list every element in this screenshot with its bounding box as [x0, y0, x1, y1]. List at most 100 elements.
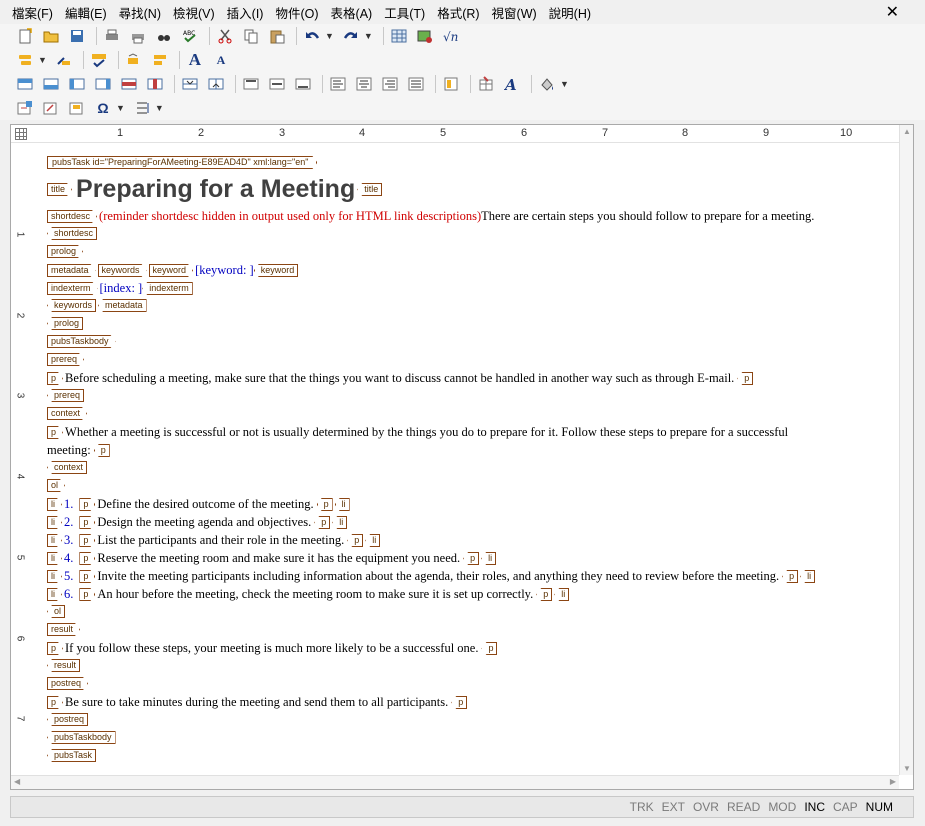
tag-p-close[interactable]: p	[481, 642, 498, 655]
tag-li-close[interactable]: li	[481, 552, 497, 565]
tag-pubstaskbody-close[interactable]: pubsTaskbody	[47, 731, 116, 744]
tag-li-close[interactable]: li	[554, 588, 570, 601]
tag-pubstask-close[interactable]: pubsTask	[47, 749, 97, 762]
scroll-right-icon[interactable]: ▶	[890, 777, 896, 786]
document-editor[interactable]: 1 2 3 4 5 6 7 8 9 10 1 2 3 4 5 6 7 pubsT…	[10, 124, 914, 790]
new-document-icon[interactable]	[14, 25, 36, 47]
table-format-icon[interactable]	[475, 73, 497, 95]
tag-keyword-open[interactable]: keyword	[149, 264, 194, 277]
insert-xref-icon[interactable]	[14, 97, 36, 119]
menu-help[interactable]: 說明(H)	[543, 3, 597, 22]
tag-shortdesc-close[interactable]: shortdesc	[47, 227, 98, 240]
tag-metadata-close[interactable]: metadata	[98, 299, 147, 312]
menu-insert[interactable]: 插入(I)	[221, 3, 270, 22]
context-text[interactable]: Whether a meeting is successful or not i…	[65, 425, 788, 440]
tag-li-close[interactable]: li	[332, 516, 348, 529]
tag-li-open[interactable]: li	[47, 588, 62, 601]
redo-dropdown-icon[interactable]: ▼	[364, 31, 373, 41]
insert-equation-icon[interactable]: √n	[440, 25, 462, 47]
fill-color-dropdown-icon[interactable]: ▼	[560, 79, 569, 89]
scroll-left-icon[interactable]: ◀	[14, 777, 20, 786]
element-dropdown-icon[interactable]: ▼	[38, 55, 47, 65]
tag-pubstaskbody-open[interactable]: pubsTaskbody	[47, 335, 116, 348]
valign-middle-icon[interactable]	[266, 73, 288, 95]
table-properties-icon[interactable]	[440, 73, 462, 95]
insert-table-icon[interactable]	[388, 25, 410, 47]
tag-p-open[interactable]: p	[79, 552, 95, 565]
step-text[interactable]: Design the meeting agenda and objectives…	[97, 515, 311, 530]
align-left-icon[interactable]	[327, 73, 349, 95]
tag-prolog-close[interactable]: prolog	[47, 317, 84, 330]
table-insert-col-right-icon[interactable]	[92, 73, 114, 95]
horizontal-scrollbar[interactable]: ◀ ▶	[11, 775, 899, 789]
tag-li-open[interactable]: li	[47, 534, 62, 547]
menu-file[interactable]: 檔案(F)	[6, 3, 59, 22]
tag-p-open[interactable]: p	[79, 516, 95, 529]
tag-p-close[interactable]: p	[316, 498, 333, 511]
tag-context-close[interactable]: context	[47, 461, 88, 474]
menu-view[interactable]: 檢視(V)	[167, 3, 221, 22]
tag-shortdesc-open[interactable]: shortdesc	[47, 210, 97, 223]
menu-table[interactable]: 表格(A)	[325, 3, 379, 22]
cut-icon[interactable]	[214, 25, 236, 47]
vertical-scrollbar[interactable]: ▲ ▼	[899, 125, 913, 775]
context-text-continued[interactable]: meeting:	[47, 443, 91, 458]
print-preview-icon[interactable]	[127, 25, 149, 47]
postreq-text[interactable]: Be sure to take minutes during the meeti…	[65, 695, 448, 710]
tag-keyword-close[interactable]: keyword	[253, 264, 299, 277]
table-delete-row-icon[interactable]	[118, 73, 140, 95]
keyword-placeholder[interactable]: [keyword: ]	[195, 263, 254, 278]
menu-find[interactable]: 尋找(N)	[113, 3, 167, 22]
tag-metadata-open[interactable]: metadata	[47, 264, 96, 277]
tag-p-open[interactable]: p	[79, 534, 95, 547]
spellcheck-icon[interactable]: ABC	[179, 25, 201, 47]
tag-p-open[interactable]: p	[47, 372, 63, 385]
tag-p-close[interactable]: p	[314, 516, 331, 529]
tag-p-open[interactable]: p	[79, 570, 95, 583]
step-text[interactable]: List the participants and their role in …	[97, 533, 344, 548]
tag-li-open[interactable]: li	[47, 498, 62, 511]
insert-link-icon[interactable]	[40, 97, 62, 119]
change-element-icon[interactable]	[53, 49, 75, 71]
tag-li-close[interactable]: li	[334, 498, 350, 511]
table-grid-icon[interactable]	[15, 128, 27, 140]
step-text[interactable]: Invite the meeting participants includin…	[97, 569, 779, 584]
tag-p-close[interactable]: p	[347, 534, 364, 547]
align-center-icon[interactable]	[353, 73, 375, 95]
tag-p-close[interactable]: p	[536, 588, 553, 601]
find-binoculars-icon[interactable]	[153, 25, 175, 47]
tag-li-open[interactable]: li	[47, 570, 62, 583]
tag-prereq-close[interactable]: prereq	[47, 389, 85, 402]
validate-icon[interactable]	[88, 49, 110, 71]
close-icon[interactable]: ✕	[886, 2, 899, 22]
menu-format[interactable]: 格式(R)	[431, 3, 485, 22]
text-style-icon[interactable]: A	[501, 73, 523, 95]
tag-p-close[interactable]: p	[782, 570, 799, 583]
font-size-increase-icon[interactable]: A	[184, 49, 206, 71]
list-spacing-dropdown-icon[interactable]: ▼	[155, 103, 164, 113]
tag-result-close[interactable]: result	[47, 659, 81, 672]
undo-icon[interactable]	[301, 25, 323, 47]
tag-p-close[interactable]: p	[451, 696, 468, 709]
redo-icon[interactable]	[340, 25, 362, 47]
show-tags-icon[interactable]	[149, 49, 171, 71]
save-icon[interactable]	[66, 25, 88, 47]
menu-window[interactable]: 視窗(W)	[486, 3, 543, 22]
table-merge-cells-icon[interactable]	[179, 73, 201, 95]
document-title[interactable]: Preparing for a Meeting	[76, 175, 355, 204]
shortdesc-hidden-note[interactable]: (reminder shortdesc hidden in output use…	[99, 209, 481, 224]
index-placeholder[interactable]: [index: ]	[100, 281, 143, 296]
table-insert-col-left-icon[interactable]	[66, 73, 88, 95]
tag-keywords-close[interactable]: keywords	[47, 299, 97, 312]
step-text[interactable]: Define the desired outcome of the meetin…	[97, 497, 313, 512]
document-content[interactable]: pubsTask id="PreparingForAMeeting-E89EAD…	[31, 143, 899, 775]
tag-p-open[interactable]: p	[47, 696, 63, 709]
paste-icon[interactable]	[266, 25, 288, 47]
tag-prolog-open[interactable]: prolog	[47, 245, 83, 258]
tag-title-open[interactable]: title	[47, 183, 72, 196]
table-insert-row-above-icon[interactable]	[14, 73, 36, 95]
step-text[interactable]: An hour before the meeting, check the me…	[97, 587, 533, 602]
tag-p-open[interactable]: p	[47, 426, 63, 439]
tag-indexterm-close[interactable]: indexterm	[142, 282, 193, 295]
scroll-up-icon[interactable]: ▲	[903, 127, 911, 136]
